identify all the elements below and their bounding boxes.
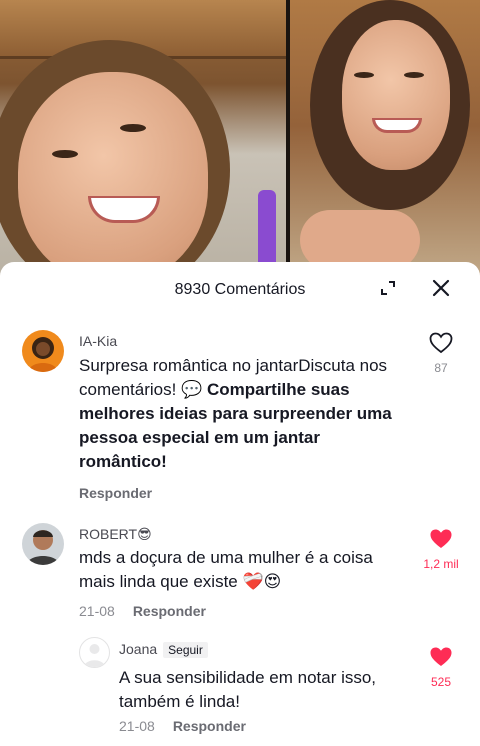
- avatar[interactable]: [22, 523, 64, 565]
- avatar[interactable]: [79, 637, 110, 668]
- comment-meta: Responder: [79, 485, 152, 501]
- sheet-header: 8930 Comentários: [0, 262, 480, 316]
- like-button[interactable]: 87: [411, 332, 471, 375]
- speech-bubble-emoji: 💬: [181, 380, 203, 399]
- comment-username[interactable]: Joana: [119, 641, 157, 657]
- eye-decor: [52, 150, 78, 158]
- comment-meta: 21-08 Responder: [119, 718, 246, 734]
- eye-decor: [120, 124, 146, 132]
- eye-decor: [354, 72, 374, 78]
- expand-icon[interactable]: [376, 276, 400, 300]
- avatar[interactable]: [22, 330, 64, 372]
- comment-date: 21-08: [79, 603, 115, 619]
- close-icon[interactable]: [429, 276, 453, 300]
- comment-text: A sua sensibilidade em notar isso, també…: [119, 668, 377, 711]
- like-count: 1,2 mil: [423, 557, 459, 571]
- face-decor: [18, 72, 208, 280]
- hands-decor: [300, 210, 420, 270]
- reply-comment-item: Joana Seguir A sua sensibilidade em notar…: [0, 636, 480, 746]
- comments-sheet: 8930 Comentários IA-Kia Surpresa românti…: [0, 262, 480, 746]
- like-count: 87: [434, 361, 448, 375]
- mouth-decor: [372, 118, 422, 133]
- comment-item: ROBERT😎 mds a doçura de uma mulher é a c…: [0, 522, 480, 632]
- comment-date: 21-08: [119, 718, 155, 734]
- comment-username[interactable]: IA-Kia: [79, 333, 117, 349]
- heart-outline-icon: [429, 332, 453, 354]
- heart-filled-icon: [430, 647, 452, 666]
- reply-button[interactable]: Responder: [79, 485, 152, 501]
- like-button[interactable]: 525: [411, 646, 471, 689]
- comment-meta: 21-08 Responder: [79, 603, 206, 619]
- like-count: 525: [430, 675, 452, 689]
- comment-text: Surpresa romântica no jantarDiscuta nos …: [79, 354, 409, 474]
- comment-item: IA-Kia Surpresa romântica no jantarDiscu…: [0, 328, 480, 508]
- heart-filled-icon: [430, 529, 452, 548]
- like-button[interactable]: 1,2 mil: [411, 528, 471, 571]
- reply-button[interactable]: Responder: [133, 603, 206, 619]
- reply-button[interactable]: Responder: [173, 718, 246, 734]
- follow-button[interactable]: Seguir: [163, 642, 208, 658]
- eye-decor: [404, 72, 424, 78]
- reply-username-row: Joana Seguir: [119, 641, 208, 658]
- comments-count-title: 8930 Comentários: [174, 281, 306, 298]
- video-pane-left: [0, 0, 286, 280]
- comment-text: mds a doçura de uma mulher é a coisa mai…: [79, 548, 373, 591]
- face-decor: [342, 20, 450, 170]
- video-background[interactable]: [0, 0, 480, 280]
- comment-username[interactable]: ROBERT😎: [79, 526, 152, 543]
